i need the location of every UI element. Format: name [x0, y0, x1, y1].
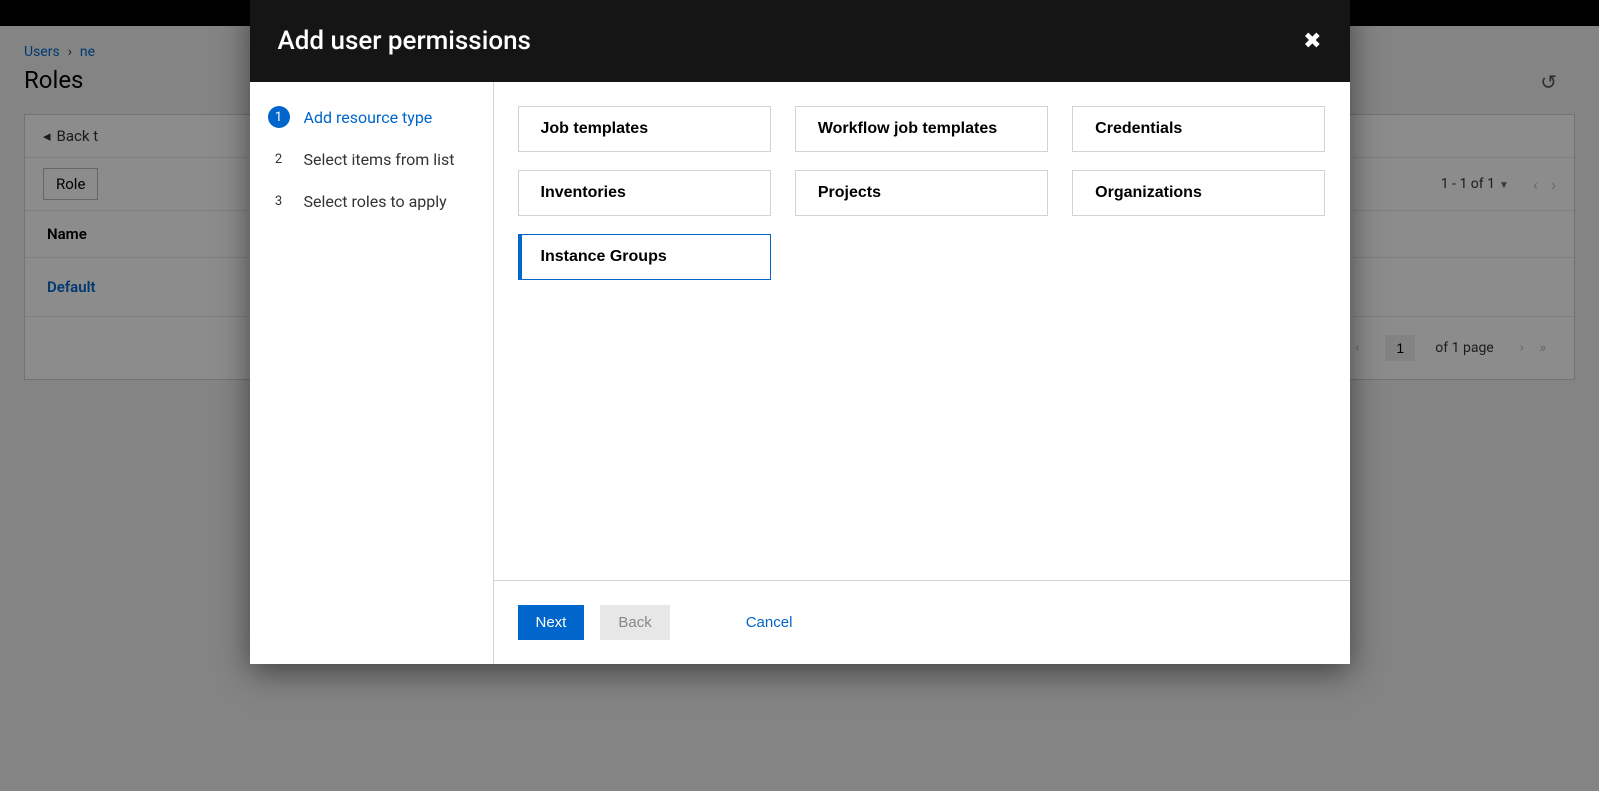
back-button: Back [600, 605, 669, 640]
resource-credentials[interactable]: Credentials [1072, 106, 1325, 152]
modal-title: Add user permissions [278, 26, 531, 56]
add-permissions-modal: Add user permissions ✖ 1 Add resource ty… [250, 0, 1350, 664]
step-label: Select roles to apply [304, 192, 447, 211]
modal-overlay: Add user permissions ✖ 1 Add resource ty… [0, 0, 1599, 791]
resource-inventories[interactable]: Inventories [518, 170, 771, 216]
step-label: Add resource type [304, 108, 433, 127]
wizard-nav: 1 Add resource type 2 Select items from … [250, 82, 494, 664]
step-number: 3 [268, 190, 290, 212]
resource-projects[interactable]: Projects [795, 170, 1048, 216]
modal-footer: Next Back Cancel [494, 581, 1350, 664]
close-icon[interactable]: ✖ [1303, 28, 1321, 54]
resource-job-templates[interactable]: Job templates [518, 106, 771, 152]
resource-type-grid: Job templates Workflow job templates Cre… [494, 82, 1350, 580]
wizard-step-3[interactable]: 3 Select roles to apply [268, 190, 475, 212]
resource-instance-groups[interactable]: Instance Groups [518, 234, 771, 280]
step-number: 2 [268, 148, 290, 170]
step-number: 1 [268, 106, 290, 128]
resource-workflow-job-templates[interactable]: Workflow job templates [795, 106, 1048, 152]
cancel-button[interactable]: Cancel [746, 614, 793, 631]
resource-organizations[interactable]: Organizations [1072, 170, 1325, 216]
next-button[interactable]: Next [518, 605, 585, 640]
wizard-step-1[interactable]: 1 Add resource type [268, 106, 475, 128]
step-label: Select items from list [304, 150, 455, 169]
wizard-step-2[interactable]: 2 Select items from list [268, 148, 475, 170]
